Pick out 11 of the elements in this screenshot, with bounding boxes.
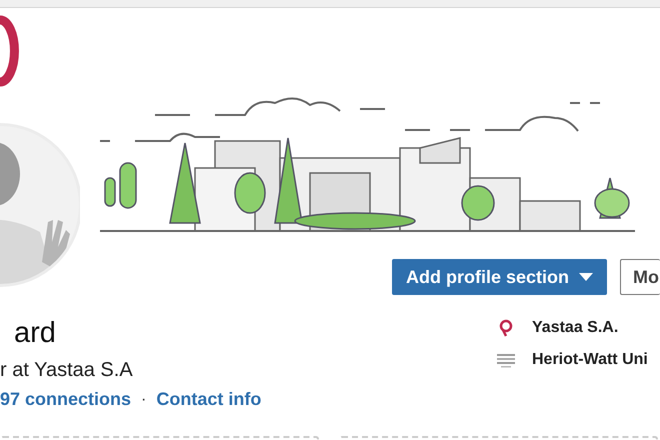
profile-link[interactable]: Contact info xyxy=(156,389,262,410)
more-button[interactable]: Mo xyxy=(620,259,660,295)
profile-link[interactable]: 97 connections xyxy=(0,389,132,410)
company-name[interactable]: Yastaa S.A. xyxy=(532,319,618,337)
school-name[interactable]: Heriot-Watt Uni xyxy=(532,351,648,369)
profile-headline: r at Yastaa S.A xyxy=(0,358,133,383)
add-section-button[interactable]: Add profile section xyxy=(392,259,608,295)
separator-dot: · xyxy=(141,390,146,408)
caret-icon xyxy=(579,273,594,281)
profile-name: ard xyxy=(13,316,56,351)
school-logo-icon xyxy=(495,351,517,369)
